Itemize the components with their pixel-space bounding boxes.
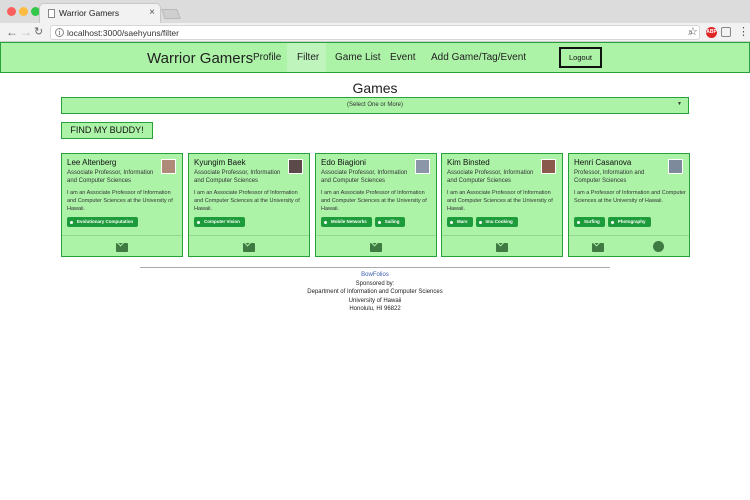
- interest-tag[interactable]: Sailing: [374, 217, 405, 227]
- profile-card: Edo Biagioni Associate Professor, Inform…: [315, 153, 437, 257]
- footer-line: Department of Information and Computer S…: [307, 289, 443, 295]
- avatar: [288, 159, 303, 174]
- tag-list: Evolutionary Computation: [67, 217, 139, 227]
- card-description: I am a Professor of Information and Comp…: [574, 190, 686, 204]
- interest-tag[interactable]: Photography: [607, 217, 651, 227]
- logout-button[interactable]: Logout: [559, 47, 602, 68]
- browser-tab-bar: Warrior Gamers ×: [0, 0, 750, 23]
- card-title: Associate Professor, Information and Com…: [321, 170, 408, 184]
- avatar: [541, 159, 556, 174]
- forward-arrow-icon[interactable]: →: [20, 25, 32, 39]
- card-description: I am an Associate Professor of Informati…: [447, 190, 553, 212]
- interest-tag[interactable]: Imu Cooking: [475, 217, 518, 227]
- nav-profile[interactable]: Profile: [253, 52, 281, 63]
- browser-tab[interactable]: Warrior Gamers ×: [39, 3, 161, 23]
- profile-card: Kyungim Baek Associate Professor, Inform…: [188, 153, 310, 257]
- tag-list: Mars Imu Cooking: [447, 217, 518, 227]
- footer-divider: [140, 267, 610, 268]
- bookmark-star-icon[interactable]: ☆: [688, 25, 698, 38]
- profile-card: Lee Altenberg Associate Professor, Infor…: [61, 153, 183, 257]
- mail-icon[interactable]: [243, 243, 255, 252]
- menu-icon[interactable]: ⋮: [738, 25, 749, 38]
- address-bar[interactable]: i localhost:3000/saehyuns/filter ⌕: [50, 25, 700, 40]
- card-description: I am an Associate Professor of Informati…: [67, 190, 173, 212]
- card-name: Henri Casanova: [574, 158, 632, 167]
- card-description: I am an Associate Professor of Informati…: [194, 190, 300, 212]
- footer-line: Sponsored by:: [355, 280, 395, 287]
- avatar: [161, 159, 176, 174]
- avatar: [668, 159, 683, 174]
- card-footer-divider: [442, 235, 562, 236]
- interest-tag[interactable]: Evolutionary Computation: [67, 217, 139, 227]
- caret-down-icon: ▼: [677, 101, 682, 107]
- profile-card: Henri Casanova Professor, Information an…: [568, 153, 690, 257]
- page-title: Games: [352, 80, 398, 96]
- card-title: Professor, Information and Computer Scie…: [574, 170, 645, 184]
- mail-icon[interactable]: [370, 243, 382, 252]
- back-arrow-icon[interactable]: ←: [6, 25, 18, 39]
- footer-line: Honolulu, HI 96822: [349, 306, 401, 312]
- nav-event[interactable]: Event: [390, 52, 416, 63]
- interest-tag[interactable]: Mobile Networks: [321, 217, 372, 227]
- close-window-button[interactable]: [7, 7, 16, 16]
- close-icon[interactable]: ×: [149, 7, 155, 18]
- nav-game-list[interactable]: Game List: [335, 52, 381, 63]
- tab-title: Warrior Gamers: [59, 8, 120, 18]
- card-title: Associate Professor, Information and Com…: [67, 170, 154, 184]
- interest-tag[interactable]: Surfing: [574, 217, 605, 227]
- adblock-icon[interactable]: ABP: [706, 27, 717, 38]
- profile-card: Kim Binsted Associate Professor, Informa…: [441, 153, 563, 257]
- interest-tag[interactable]: Mars: [447, 217, 473, 227]
- minimize-window-button[interactable]: [19, 7, 28, 16]
- mail-icon[interactable]: [116, 243, 128, 252]
- avatar: [415, 159, 430, 174]
- card-title: Associate Professor, Information and Com…: [447, 170, 534, 184]
- reload-icon[interactable]: ↻: [34, 25, 43, 38]
- card-title: Associate Professor, Information and Com…: [194, 170, 281, 184]
- extension-icon[interactable]: [721, 27, 731, 37]
- footer-link[interactable]: BowFolios: [0, 271, 750, 280]
- tag-list: Mobile Networks Sailing: [321, 217, 405, 227]
- card-description: I am an Associate Professor of Informati…: [321, 190, 427, 212]
- card-name: Kim Binsted: [447, 158, 490, 167]
- card-footer-divider: [62, 235, 182, 236]
- card-footer-divider: [569, 235, 689, 236]
- tag-list: Surfing Photography: [574, 217, 651, 227]
- url-text: localhost:3000/saehyuns/filter: [67, 28, 179, 38]
- footer: BowFolios Sponsored by: Department of In…: [0, 271, 750, 314]
- document-icon: [48, 9, 55, 18]
- footer-line: University of Hawaii: [348, 297, 402, 304]
- card-footer-divider: [189, 235, 309, 236]
- nav-filter[interactable]: Filter: [297, 52, 319, 63]
- card-footer-divider: [316, 235, 436, 236]
- github-icon[interactable]: [653, 241, 664, 252]
- new-tab-button[interactable]: [161, 9, 181, 19]
- navbar: Warrior Gamers Profile Filter Game List …: [0, 42, 750, 73]
- interest-tag[interactable]: Computer Vision: [194, 217, 245, 227]
- tag-list: Computer Vision: [194, 217, 245, 227]
- card-name: Kyungim Baek: [194, 158, 246, 167]
- find-my-buddy-button[interactable]: FIND MY BUDDY!: [61, 122, 153, 139]
- info-icon[interactable]: i: [55, 28, 64, 37]
- browser-toolbar: ← → ↻ i localhost:3000/saehyuns/filter ⌕: [0, 23, 750, 42]
- card-name: Edo Biagioni: [321, 158, 366, 167]
- select-placeholder: (Select One or More): [346, 102, 404, 108]
- games-select[interactable]: (Select One or More) ▼: [61, 97, 689, 114]
- card-name: Lee Altenberg: [67, 158, 117, 167]
- mail-icon[interactable]: [496, 243, 508, 252]
- brand-logo[interactable]: Warrior Gamers: [147, 50, 253, 67]
- mail-icon[interactable]: [592, 243, 604, 252]
- nav-add-game-tag-event[interactable]: Add Game/Tag/Event: [431, 52, 526, 63]
